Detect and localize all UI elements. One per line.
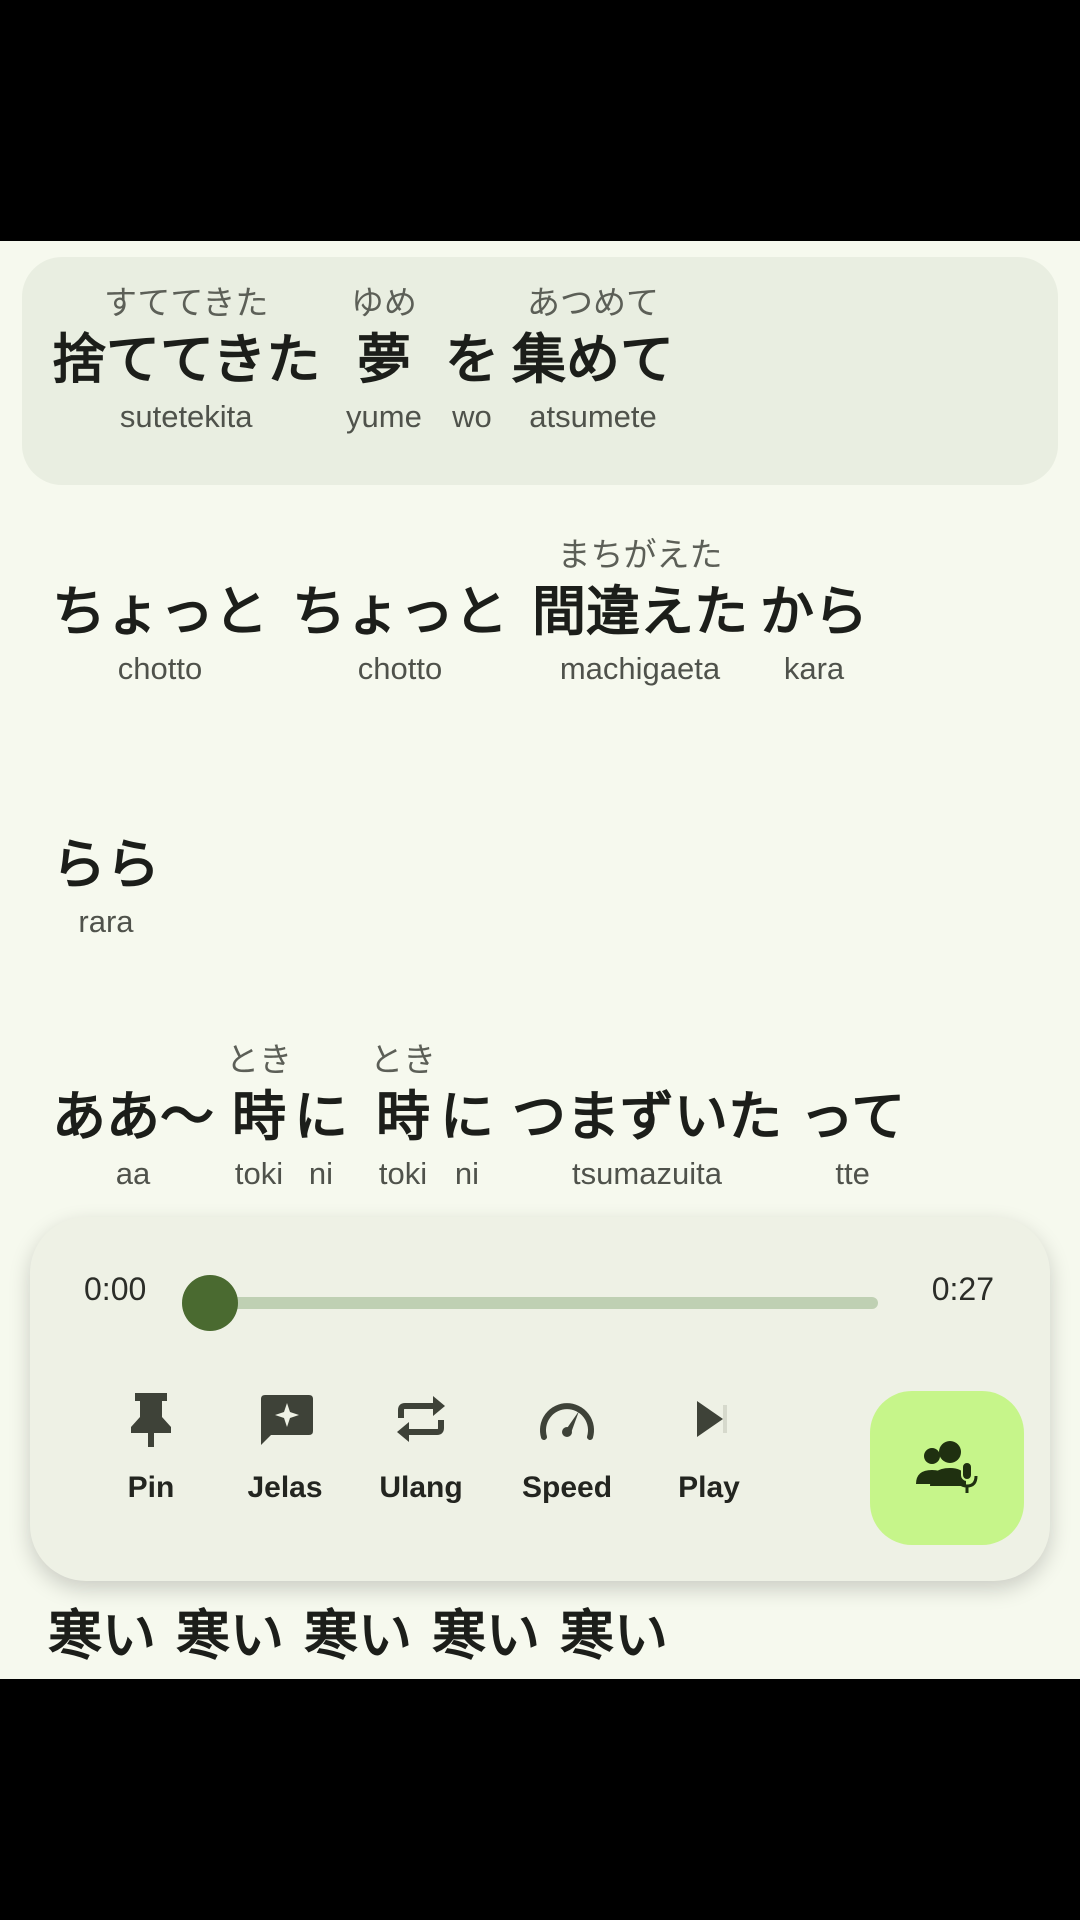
lyric-word: らら rara	[52, 786, 160, 944]
lyric-word: とき 時 toki	[226, 1038, 292, 1196]
romaji: rara	[78, 904, 134, 939]
lyric-word: あつめて 集めて atsumete	[512, 281, 674, 439]
speed-label: Speed	[521, 1471, 613, 1504]
lyric-text: 寒い	[176, 1604, 284, 1667]
romaji: ni	[308, 1156, 334, 1191]
lyric-text: 捨ててきた	[52, 328, 321, 391]
lyric-text: ちょっと	[52, 580, 268, 643]
romaji: toki	[234, 1156, 284, 1191]
speedometer-icon	[502, 1379, 632, 1459]
lyric-word: とき 時 toki	[370, 1038, 436, 1196]
furigana: すててきた	[104, 283, 269, 322]
romaji: kara	[783, 651, 845, 686]
pin-icon	[86, 1379, 216, 1459]
repeat-icon	[356, 1379, 486, 1459]
play-button[interactable]: Play	[644, 1379, 774, 1505]
romaji: wo	[452, 399, 492, 434]
lyric-word: ちょっと chotto	[52, 533, 268, 691]
romaji: sutetekita	[119, 399, 253, 434]
lyric-text: 寒い	[48, 1604, 156, 1667]
lyric-word: まちがえた 間違えた machigaeta	[532, 533, 748, 691]
lyrics-screen: すててきた 捨ててきた sutetekita ゆめ 夢 yume を wo あつ…	[0, 241, 1080, 1679]
lyric-word: つまずいた tsumazuita	[512, 1038, 782, 1196]
lyric-word: から kara	[760, 533, 868, 691]
romaji: tte	[835, 1156, 870, 1191]
furigana: まちがえた	[557, 535, 723, 574]
lyric-text: 時	[376, 1085, 430, 1148]
lyric-word: ああ〜 aa	[52, 1038, 214, 1196]
ulang-label: Ulang	[379, 1471, 463, 1504]
furigana: とき	[370, 1040, 436, 1079]
lyric-text: ああ〜	[52, 1085, 214, 1148]
lyric-text: に	[294, 1085, 348, 1148]
romaji: ni	[454, 1156, 480, 1191]
lyric-text: つまずいた	[512, 1085, 782, 1148]
romaji: toki	[378, 1156, 428, 1191]
jelas-label: Jelas	[247, 1471, 323, 1504]
romaji: tsumazuita	[572, 1156, 722, 1191]
lyric-word: を wo	[445, 281, 499, 439]
group-mic-icon	[912, 1438, 982, 1498]
lyric-text: 寒い	[560, 1604, 668, 1667]
lyric-text: に	[440, 1085, 494, 1148]
lyric-text: らら	[52, 833, 160, 896]
lyric-text: 夢	[356, 328, 411, 391]
romaji: chotto	[117, 651, 203, 686]
lyric-word: ゆめ 夢 yume	[346, 281, 422, 439]
lyric-word: ちょっと chotto	[292, 533, 508, 691]
total-time: 0:27	[931, 1271, 994, 1307]
audio-player: 0:00 0:27 Pin Jelas Ulang Speed Play	[30, 1217, 1050, 1581]
lyric-text: 時	[232, 1085, 286, 1148]
romaji: aa	[115, 1156, 151, 1191]
speed-button[interactable]: Speed	[502, 1379, 632, 1505]
play-label: Play	[678, 1471, 740, 1504]
voice-chat-button[interactable]	[870, 1391, 1024, 1545]
romaji: machigaeta	[559, 651, 721, 686]
lyric-word: に ni	[294, 1038, 348, 1196]
explain-chat-icon	[220, 1379, 350, 1459]
jelas-button[interactable]: Jelas	[220, 1379, 350, 1505]
furigana: ゆめ	[350, 283, 417, 322]
furigana: とき	[226, 1040, 292, 1079]
current-time: 0:00	[84, 1271, 147, 1307]
lyric-text: から	[760, 580, 868, 643]
lyric-text: 寒い	[432, 1604, 540, 1667]
lyric-text: ちょっと	[292, 580, 508, 643]
progress-thumb[interactable]	[182, 1275, 238, 1331]
lyric-text: って	[800, 1085, 906, 1148]
lyric-text: 間違えた	[532, 580, 748, 643]
lyric-word: に ni	[440, 1038, 494, 1196]
lyric-word: すててきた 捨ててきた sutetekita	[52, 281, 320, 439]
romaji: chotto	[357, 651, 443, 686]
pin-button[interactable]: Pin	[86, 1379, 216, 1505]
play-icon	[644, 1379, 774, 1459]
lyric-text: 集めて	[512, 328, 674, 391]
lyric-text: 寒い	[304, 1604, 412, 1667]
lyric-text: を	[445, 328, 499, 391]
ulang-button[interactable]: Ulang	[356, 1379, 486, 1505]
pin-label: Pin	[127, 1471, 175, 1504]
romaji: yume	[346, 399, 422, 434]
lyric-word: って tte	[800, 1038, 905, 1196]
furigana: あつめて	[527, 283, 659, 322]
progress-track[interactable]	[210, 1297, 878, 1309]
romaji: atsumete	[529, 399, 657, 434]
